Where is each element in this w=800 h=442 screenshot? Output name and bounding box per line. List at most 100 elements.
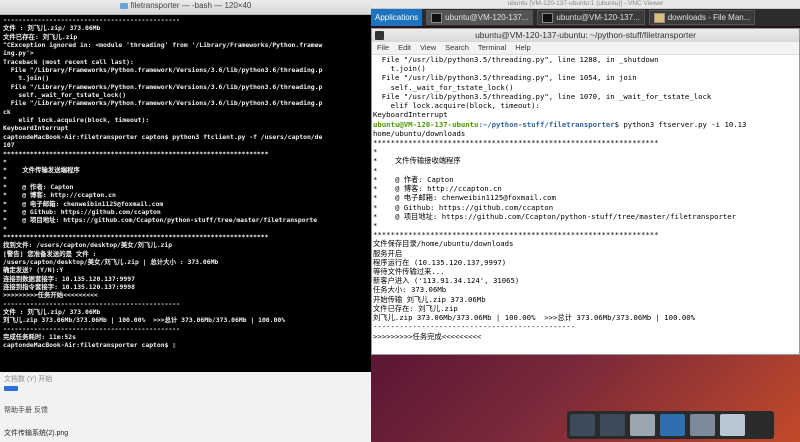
mac-terminal-title: filetransporter — -bash — 120×40	[0, 1, 371, 10]
help-feedback-links[interactable]: 帮助手册 反馈	[4, 405, 48, 415]
terminal-line: ****************************************…	[3, 232, 269, 241]
terminal-line: self._wait_for_tstate_lock()	[373, 82, 514, 92]
terminal-line: 服务开启	[373, 248, 403, 258]
terminal-line: File "/Library/Frameworks/Python.framewo…	[3, 99, 323, 108]
folder-icon	[119, 3, 128, 9]
terminal-line: 开始传输 刘飞儿.zip 373.06Mb	[373, 294, 486, 304]
terminal-line: ^CException ignored in: <module 'threadi…	[3, 41, 323, 50]
terminal-line: 刘飞儿.zip 373.06Mb/373.06Mb | 100.00% >>>总…	[3, 316, 286, 325]
terminal-line: * @ 电子邮箱: chenweibin1125@foxmail.com	[3, 199, 164, 208]
terminal-line: 等待文件传输过来...	[373, 267, 445, 277]
terminal-line: * @ 博客: http://ccapton.cn	[3, 191, 116, 200]
terminal-line: [警告] 您准备发送的是 文件 :	[3, 249, 97, 258]
terminal-line: 文件保存目录/home/ubuntu/downloads	[373, 239, 514, 249]
terminal-line: * @ 项目地址: https://github.com/Ccapton/pyt…	[373, 211, 737, 221]
terminal-line: ****************************************…	[373, 230, 659, 240]
terminal-line: File "/usr/lib/python3.5/threading.py", …	[373, 91, 712, 101]
terminal-icon[interactable]	[600, 414, 625, 436]
prompt-path: :~/python-stuff/filetransporter	[478, 119, 615, 129]
terminal-line: * @ Github: https://github.com/ccapton	[373, 202, 554, 212]
terminal-line: >>>>>>>>>任务开始<<<<<<<<<	[3, 291, 98, 300]
progress-bar	[4, 386, 18, 391]
vnc-viewer-window[interactable]: ubuntu [VM-120-137-ubuntu:1 (ubuntu)] - …	[371, 0, 800, 442]
terminal-line: 程序运行在 (10.135.120.137,9997)	[373, 257, 507, 267]
folder-icon[interactable]	[720, 414, 745, 436]
menu-item[interactable]: Search	[445, 43, 469, 52]
terminal-line: captondeMacBook-Air:filetransporter capt…	[3, 341, 177, 350]
terminal-line: *	[373, 165, 378, 175]
terminal-line: * 文件传输发送端程序	[3, 166, 80, 175]
terminal-icon[interactable]	[570, 414, 595, 436]
terminal-line: 连接到数据套接字: 10.135.120.137:9997	[3, 274, 135, 283]
terminal-line: ----------------------------------------…	[3, 299, 180, 308]
ubuntu-terminal-output[interactable]: File "/usr/lib/python3.5/threading.py", …	[372, 55, 799, 341]
vnc-title: ubuntu [VM-120-137-ubuntu:1 (ubuntu)] - …	[371, 0, 800, 9]
terminal-line: *	[3, 157, 7, 166]
mac-terminal-output[interactable]: ----------------------------------------…	[0, 15, 371, 350]
web-browser-icon[interactable]	[660, 414, 685, 436]
terminal-line: 连接到指令套接字: 10.135.120.137:9998	[3, 283, 135, 291]
terminal-line: ck	[3, 107, 11, 116]
taskbar-item-terminal-2[interactable]: ubuntu@VM-120-137...	[537, 10, 645, 25]
terminal-line: elif lock.acquire(block, timeout):	[3, 116, 150, 125]
terminal-icon	[542, 12, 554, 23]
terminal-line: 完成任务耗时: 11m:52s	[3, 333, 76, 342]
menu-item[interactable]: Terminal	[478, 43, 506, 52]
taskbar-item-file-manager[interactable]: downloads - File Man...	[648, 10, 756, 25]
dock	[567, 411, 774, 439]
file-name-label[interactable]: 文件传输系统(2).png	[4, 428, 68, 438]
applications-menu-button[interactable]: Applications	[371, 9, 423, 26]
terminal-line: *	[3, 224, 7, 233]
terminal-line: >>>>>>>>>任务完成<<<<<<<<<	[373, 331, 482, 341]
terminal-line: * @ 作者: Capton	[3, 182, 74, 191]
blurred-row: 文档数 (Y) 开始	[4, 376, 53, 383]
search-icon[interactable]	[690, 414, 715, 436]
terminal-line: 文件 : 刘飞儿.zip/ 373.06Mb	[3, 24, 101, 33]
terminal-line: * @ 博客: http://ccapton.cn	[373, 184, 502, 194]
menu-item[interactable]: Help	[515, 43, 530, 52]
terminal-line: Traceback (most recent call last):	[3, 57, 134, 66]
ubuntu-desktop-wallpaper	[371, 355, 800, 442]
terminal-line: * @ 项目地址: https://github.com/Ccapton/pyt…	[3, 216, 318, 225]
terminal-line: ****************************************…	[3, 149, 269, 158]
terminal-line: ----------------------------------------…	[373, 322, 576, 332]
ubuntu-terminal-titlebar[interactable]: ubuntu@VM-120-137-ubuntu: ~/python-stuff…	[372, 29, 799, 42]
terminal-line: * @ 电子邮箱: chenweibin1125@foxmail.com	[373, 193, 556, 203]
terminal-line: * 文件传输接收端程序	[373, 156, 461, 166]
terminal-line: ----------------------------------------…	[3, 324, 180, 333]
terminal-line: File "/Library/Frameworks/Python.framewo…	[3, 82, 323, 91]
terminal-line: ----------------------------------------…	[3, 16, 180, 24]
terminal-line: *	[373, 220, 378, 230]
mac-terminal-titlebar[interactable]: filetransporter — -bash — 120×40	[0, 0, 371, 15]
terminal-line: 新客户进入 ('113.91.34.124', 31065)	[373, 276, 520, 286]
terminal-line: elif lock.acquire(block, timeout):	[373, 101, 540, 111]
prompt-command: $ python3 ftserver.py -i 10.13	[614, 119, 747, 129]
prompt-user: ubuntu@VM-120-137-ubuntu	[373, 119, 479, 129]
terminal-line: File "/Library/Frameworks/Python.framewo…	[3, 66, 323, 75]
terminal-line: self._wait_for_tstate_lock()	[3, 91, 127, 100]
shell-prompt-line: ubuntu@VM-120-137-ubuntu:~/python-stuff/…	[373, 120, 799, 129]
ubuntu-terminal-window[interactable]: ubuntu@VM-120-137-ubuntu: ~/python-stuff…	[371, 28, 800, 355]
terminal-line: 107	[3, 141, 15, 150]
terminal-line: File "/usr/lib/python3.5/threading.py", …	[373, 55, 659, 64]
terminal-line: * @ Github: https://github.com/ccapton	[3, 207, 161, 216]
terminal-line: t.join()	[373, 64, 426, 74]
terminal-line: 确定发送? (Y/N):Y	[3, 266, 64, 275]
terminal-icon	[431, 12, 443, 23]
terminal-line: KeyboardInterrupt	[373, 110, 448, 120]
terminal-line: 找到文件: /users/capton/desktop/美女/刘飞儿.zip	[3, 241, 173, 250]
taskbar-item-terminal-1[interactable]: ubuntu@VM-120-137...	[426, 10, 534, 25]
menu-item[interactable]: Edit	[398, 43, 411, 52]
finder-preview-strip: 文档数 (Y) 开始 帮助手册 反馈 文件传输系统(2).png	[0, 372, 371, 442]
menu-item[interactable]: View	[420, 43, 436, 52]
home-folder-icon[interactable]	[630, 414, 655, 436]
terminal-menubar: File Edit View Search Terminal Help	[372, 42, 799, 55]
terminal-line: 文件已存在: 刘飞儿.zip	[373, 303, 458, 313]
terminal-line: /users/capton/desktop/美女/刘飞儿.zip | 总计大小 …	[3, 257, 219, 266]
ubuntu-top-panel: Applications ubuntu@VM-120-137... ubuntu…	[371, 9, 800, 26]
mac-terminal-window[interactable]: filetransporter — -bash — 120×40 -------…	[0, 0, 371, 442]
terminal-line: captondeMacBook-Air:filetransporter capt…	[3, 132, 323, 141]
terminal-line: 刘飞儿.zip 373.06Mb/373.06Mb | 100.00% >>>总…	[373, 313, 696, 323]
terminal-line: *	[373, 147, 378, 157]
menu-item[interactable]: File	[377, 43, 389, 52]
